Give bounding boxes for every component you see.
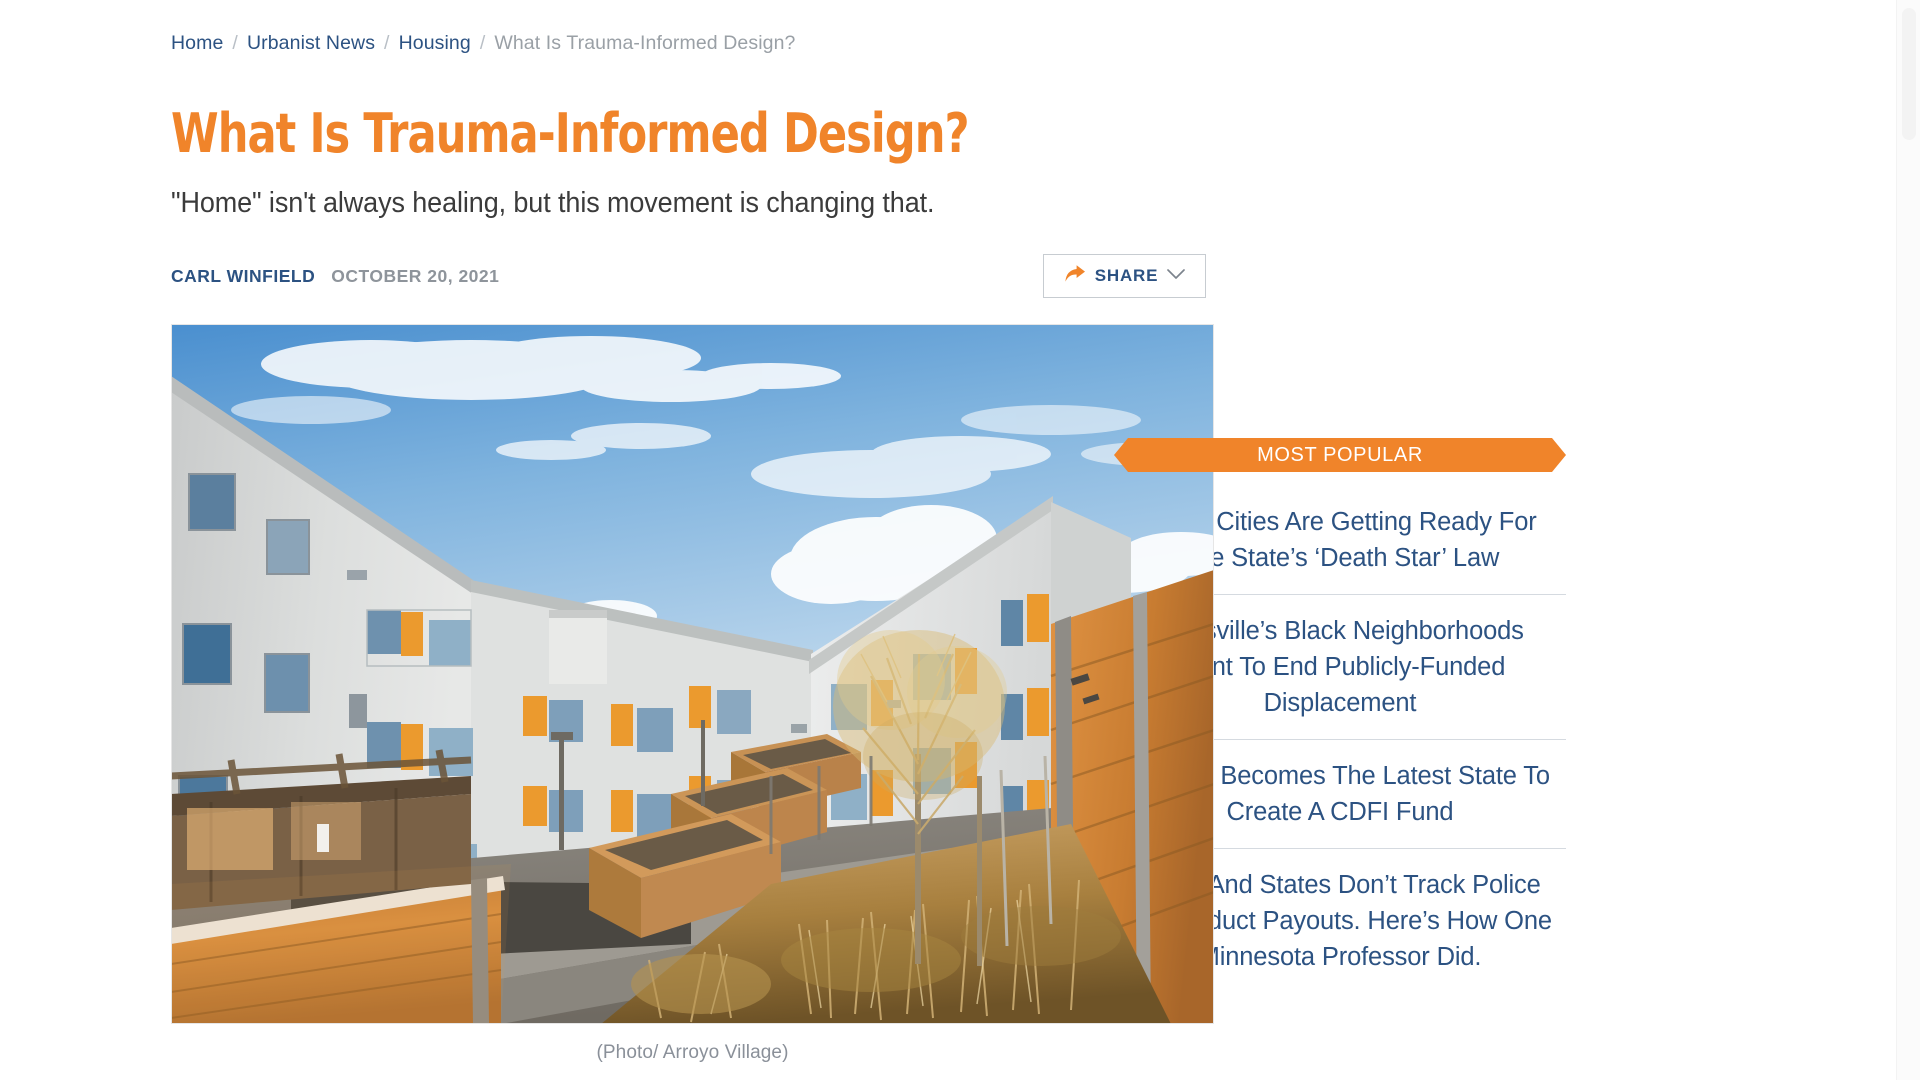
breadcrumb-item-current: What Is Trauma-Informed Design? [494, 32, 796, 54]
image-caption: (Photo/ Arroyo Village) [596, 1042, 789, 1063]
main-column: Home / Urbanist News / Housing / What Is Traum… [0, 0, 1214, 1064]
publish-date: OCTOBER 20, 2021 [331, 265, 500, 286]
breadcrumb-item-home[interactable]: Home [171, 32, 223, 54]
share-arrow-icon [1064, 264, 1086, 288]
byline-row: CARL WINFIELD OCTOBER 20, 2021 SHARE [171, 254, 1206, 298]
breadcrumb-item-housing[interactable]: Housing [399, 32, 471, 54]
breadcrumb-separator: / [479, 32, 486, 54]
author-link[interactable]: CARL WINFIELD [171, 266, 331, 286]
content-wrapper: Home / Urbanist News / Housing / What Is Traum… [0, 0, 1896, 1080]
article-subtitle: "Home" isn't always healing, but this mo… [171, 187, 935, 219]
breadcrumb-separator: / [232, 32, 238, 54]
scrollbar-thumb[interactable] [1902, 8, 1916, 140]
article-hero-image [171, 324, 1214, 1024]
page-scrollbar[interactable] [1896, 0, 1920, 1080]
article-page: Home / Urbanist News / Housing / What Is Traum… [0, 0, 1920, 1080]
breadcrumb-item-urbanist-news[interactable]: Urbanist News [247, 32, 375, 54]
most-popular-ribbon: MOST POPULAR [1114, 438, 1566, 472]
breadcrumb: Home / Urbanist News / Housing / What Is Traum… [171, 30, 1100, 62]
most-popular-label: MOST POPULAR [1257, 443, 1423, 466]
breadcrumb-separator: / [384, 32, 390, 54]
page-title: What Is Trauma-Informed Design? [171, 102, 970, 165]
byline: CARL WINFIELD OCTOBER 20, 2021 [171, 266, 499, 287]
